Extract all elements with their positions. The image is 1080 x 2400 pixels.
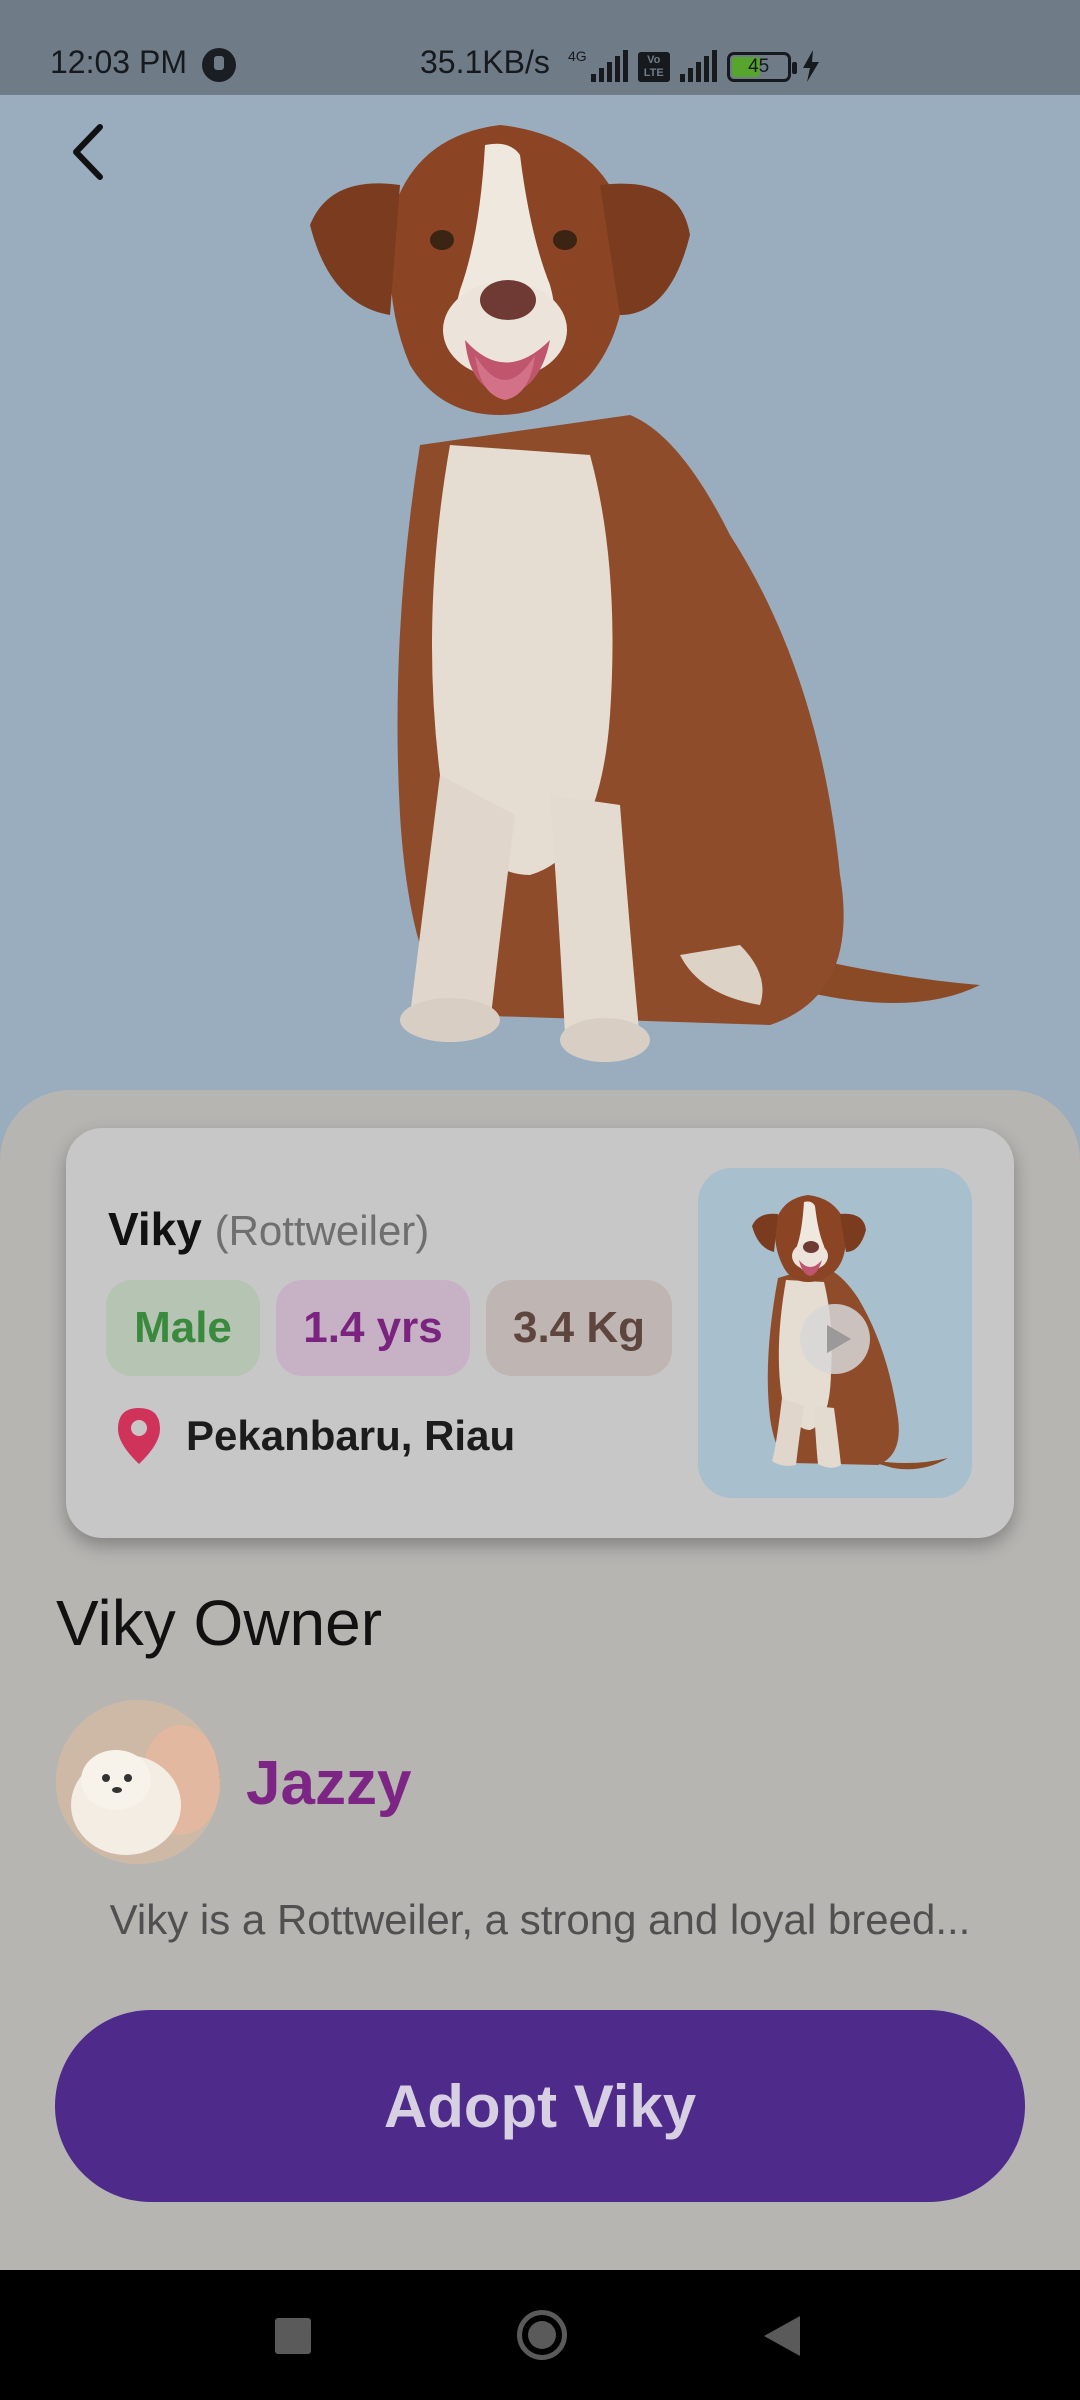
home-icon[interactable] [517, 2310, 567, 2360]
play-icon[interactable] [800, 1304, 870, 1374]
location-row: Pekanbaru, Riau [118, 1408, 515, 1464]
owner-name[interactable]: Jazzy [246, 1748, 411, 1819]
dog-photo [310, 125, 980, 1062]
status-icons: 4G Vo LTE 45 [568, 46, 821, 82]
nav-back-icon[interactable] [764, 2316, 800, 2356]
app-notification-icon [202, 48, 236, 82]
signal-icon-2 [679, 50, 717, 82]
signal-icon [590, 50, 628, 82]
hero-image [0, 95, 1080, 1245]
pet-description: Viky is a Rottweiler, a strong and loyal… [109, 1896, 971, 1943]
battery-icon: 45 [726, 52, 797, 82]
location-pin-icon [118, 1408, 160, 1464]
charging-icon [802, 50, 819, 82]
pet-breed: (Rottweiler) [214, 1207, 430, 1254]
system-nav-bar [0, 2270, 1080, 2400]
owner-avatar-image [56, 1700, 220, 1864]
weight-chip: 3.4 Kg [486, 1280, 672, 1376]
pet-name-row: Viky (Rottweiler) [108, 1202, 429, 1256]
recents-icon[interactable] [275, 2318, 311, 2354]
adopt-button[interactable]: Adopt Viky [55, 2010, 1025, 2202]
pet-info-card: Viky (Rottweiler) Male 1.4 yrs 3.4 Kg Pe… [66, 1128, 1014, 1538]
location-text: Pekanbaru, Riau [186, 1412, 516, 1459]
network-type: 4G [568, 48, 587, 64]
battery-level: 45 [748, 56, 770, 77]
owner-avatar[interactable] [56, 1700, 220, 1864]
back-arrow-icon[interactable] [60, 117, 120, 187]
status-bar: 12:03 PM 35.1KB/s 4G Vo LTE 45 [0, 0, 1080, 95]
volte-icon: Vo LTE [637, 52, 670, 82]
network-speed: 35.1KB/s [420, 44, 550, 80]
status-time: 12:03 PM [50, 44, 187, 80]
owner-section-title: Viky Owner [56, 1587, 383, 1659]
video-thumbnail[interactable] [698, 1168, 972, 1498]
age-chip: 1.4 yrs [276, 1280, 470, 1376]
pet-attributes: Male 1.4 yrs 3.4 Kg [106, 1280, 672, 1376]
pet-name: Viky [108, 1203, 202, 1255]
gender-chip: Male [106, 1280, 260, 1376]
